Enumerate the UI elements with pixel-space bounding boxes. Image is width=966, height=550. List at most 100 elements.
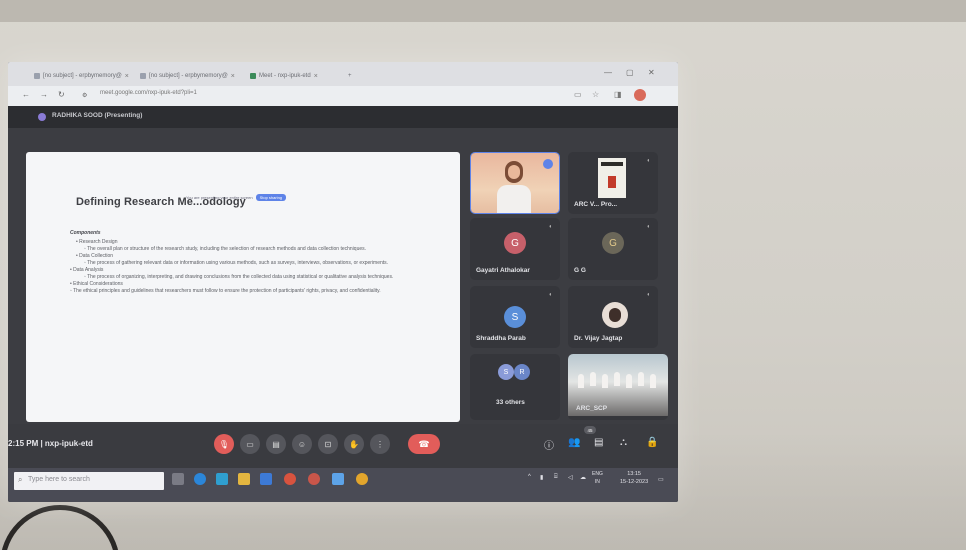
present-screen-button[interactable]: ⊡: [318, 434, 338, 454]
meet-icon: [250, 73, 256, 79]
participant-initial: R: [514, 364, 530, 380]
slide-line: ◦ The process of gathering relevant data…: [84, 260, 389, 266]
participant-name: Gayatri Athalokar: [476, 267, 530, 274]
slide-line: • Data Analysis: [70, 267, 104, 273]
tab-label: [no subject] - erpbymemory@: [149, 73, 228, 79]
browser-tab-2[interactable]: [no subject] - erpbymemory@ ×: [134, 67, 241, 85]
bookmark-star-icon[interactable]: ☆: [592, 90, 599, 99]
participant-initial: G: [504, 232, 526, 254]
participant-tile[interactable]: S ◖ Shraddha Parab: [470, 286, 560, 348]
slide-heading: Components: [70, 230, 101, 236]
onedrive-icon[interactable]: ☁: [580, 474, 586, 481]
volume-icon[interactable]: ◁: [568, 474, 573, 481]
network-icon[interactable]: ⌸: [554, 474, 558, 481]
participant-tile-others[interactable]: S R 33 others: [470, 354, 560, 420]
poster-header: [601, 162, 623, 166]
participant-tile[interactable]: ARC_SCP: [568, 354, 668, 420]
language-indicator[interactable]: ENG IN: [592, 470, 603, 486]
app-icon[interactable]: [356, 473, 368, 485]
taskbar-clock[interactable]: 13:15 15-12-2023: [620, 470, 648, 486]
meeting-info-icon[interactable]: ⓘ: [544, 437, 554, 452]
gmail-icon: [140, 73, 146, 79]
battery-icon[interactable]: ▮: [540, 474, 543, 481]
video-person: [650, 374, 656, 388]
app-icon[interactable]: [332, 473, 344, 485]
participant-name: Dr. Vijay Jagtap: [574, 335, 623, 342]
mail-icon[interactable]: [260, 473, 272, 485]
browser-tab-3[interactable]: Meet - nxp-ipuk-etd ×: [244, 67, 324, 85]
people-icon[interactable]: 👥: [568, 437, 580, 448]
speaking-icon: [543, 159, 553, 169]
mic-off-icon: ◖: [548, 292, 552, 298]
presenter-label: RADHIKA SOOD (Presenting): [52, 112, 143, 119]
slide-line: • Ethical Considerations: [70, 281, 123, 287]
participant-video: [598, 158, 626, 198]
stop-sharing-button[interactable]: Stop sharing: [255, 194, 287, 201]
gmail-icon: [34, 73, 40, 79]
site-info-icon[interactable]: ⚙: [82, 92, 87, 99]
task-view-icon[interactable]: [172, 473, 184, 485]
more-options-button[interactable]: ⋮: [370, 434, 390, 454]
chrome-icon[interactable]: [284, 473, 296, 485]
close-window-icon[interactable]: ✕: [648, 68, 655, 77]
tab-label: [no subject] - erpbymemory@: [43, 73, 122, 79]
plus-icon: +: [348, 73, 352, 79]
video-person: [590, 372, 596, 386]
participant-name: G G: [574, 267, 586, 274]
search-icon: ⌕: [18, 475, 23, 484]
minimize-icon[interactable]: —: [604, 68, 612, 77]
camera-button[interactable]: ▭: [240, 434, 260, 454]
video-person: [638, 372, 644, 386]
participant-tile-presenter[interactable]: [470, 152, 560, 214]
maximize-icon[interactable]: ▢: [626, 68, 634, 77]
close-icon[interactable]: ×: [125, 73, 129, 80]
mic-off-icon: ◖: [646, 224, 650, 230]
participant-name: ARC_SCP: [576, 405, 608, 412]
side-panel-icon[interactable]: ◨: [614, 90, 622, 99]
shared-slide: Defining Research Me...odology You are p…: [26, 152, 460, 422]
emoji-reaction-button[interactable]: ☺: [292, 434, 312, 454]
share-notice: You are presenting your entire screen St…: [186, 194, 287, 201]
participant-tile[interactable]: ◖ ARC V... Pro...: [568, 152, 658, 214]
participant-tile[interactable]: G ◖ Gayatri Athalokar: [470, 218, 560, 280]
ceiling: [0, 0, 966, 22]
chrome-profile-icon[interactable]: [308, 473, 320, 485]
file-explorer-icon[interactable]: [238, 473, 250, 485]
chat-icon[interactable]: ▤: [594, 437, 603, 448]
profile-avatar[interactable]: [634, 89, 646, 101]
host-controls-icon[interactable]: 🔒: [646, 437, 658, 448]
slide-line: ◦ The process of organizing, interpretin…: [84, 274, 394, 280]
close-icon[interactable]: ×: [314, 73, 318, 80]
participant-tile[interactable]: ◖ Dr. Vijay Jagtap: [568, 286, 658, 348]
microphone-off-button[interactable]: 🎙: [214, 434, 234, 454]
activities-icon[interactable]: ⛬: [620, 437, 627, 448]
tab-label: Meet - nxp-ipuk-etd: [259, 73, 311, 79]
video-person: [626, 374, 632, 388]
participant-tile[interactable]: G ◖ G G: [568, 218, 658, 280]
projected-screen: [no subject] - erpbymemory@ × [no subjec…: [8, 62, 678, 502]
browser-tab-1[interactable]: [no subject] - erpbymemory@ ×: [28, 67, 135, 85]
raise-hand-button[interactable]: ✋: [344, 434, 364, 454]
edge-icon[interactable]: [194, 473, 206, 485]
taskbar-search[interactable]: ⌕ Type here to search: [14, 472, 164, 490]
clock-date: 15-12-2023: [620, 479, 649, 485]
close-icon[interactable]: ×: [231, 73, 235, 80]
tray-overflow-icon[interactable]: ^: [528, 474, 531, 480]
back-icon[interactable]: ←: [22, 90, 30, 99]
video-face: [508, 165, 520, 179]
new-tab-button[interactable]: +: [342, 67, 358, 85]
captions-button[interactable]: ▤: [266, 434, 286, 454]
leave-call-button[interactable]: ☎: [408, 434, 440, 454]
participant-count-badge: 45: [584, 426, 596, 434]
store-icon[interactable]: [216, 473, 228, 485]
presenter-bar: RADHIKA SOOD (Presenting): [8, 106, 678, 128]
cast-icon[interactable]: ▭: [574, 90, 582, 99]
reload-icon[interactable]: ↻: [58, 90, 65, 99]
url-field[interactable]: meet.google.com/nxp-ipuk-etd?pli=1: [100, 90, 197, 96]
video-person: [578, 374, 584, 388]
photo-face: [609, 308, 621, 322]
forward-icon[interactable]: →: [40, 90, 48, 99]
video-person: [614, 372, 620, 386]
notifications-icon[interactable]: ▭: [658, 476, 664, 483]
video-person: [602, 374, 608, 388]
